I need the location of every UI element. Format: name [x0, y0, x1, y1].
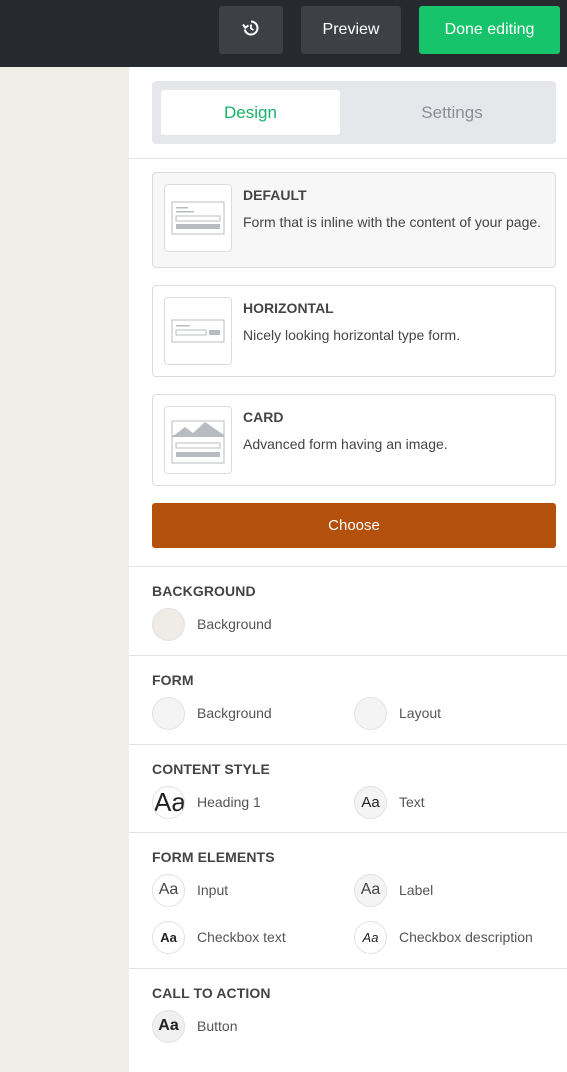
prop-label: Text — [399, 794, 425, 810]
divider — [129, 655, 567, 656]
history-button[interactable] — [219, 6, 283, 54]
layout-description: Nicely looking horizontal type form. — [243, 327, 461, 343]
heading-font-icon: Aa — [152, 785, 185, 819]
layout-option-card[interactable]: CARD Advanced form having an image. — [152, 394, 556, 486]
section-title-content-style: CONTENT STYLE — [152, 761, 270, 777]
divider — [129, 158, 567, 159]
layout-title: CARD — [243, 409, 284, 425]
label-font-icon: Aa — [354, 873, 387, 907]
preview-button[interactable]: Preview — [301, 6, 401, 54]
color-swatch — [152, 607, 185, 641]
section-title-form-elements: FORM ELEMENTS — [152, 849, 275, 865]
color-swatch — [152, 696, 185, 730]
section-title-background: BACKGROUND — [152, 583, 256, 599]
text-style-picker[interactable]: Aa Text — [354, 785, 425, 819]
layout-description: Advanced form having an image. — [243, 436, 448, 452]
choose-button[interactable]: Choose — [152, 503, 556, 548]
history-icon — [242, 19, 260, 42]
prop-label: Background — [197, 705, 272, 721]
layout-option-horizontal[interactable]: HORIZONTAL Nicely looking horizontal typ… — [152, 285, 556, 377]
layout-description: Form that is inline with the content of … — [243, 214, 542, 230]
prop-label: Heading 1 — [197, 794, 261, 810]
tab-settings[interactable]: Settings — [352, 90, 552, 135]
color-swatch — [354, 696, 387, 730]
tab-design[interactable]: Design — [161, 90, 340, 135]
prop-label: Button — [197, 1018, 238, 1034]
divider — [129, 832, 567, 833]
card-form-icon — [164, 406, 232, 474]
section-title-form: FORM — [152, 672, 194, 688]
divider — [129, 968, 567, 969]
input-font-icon: Aa — [152, 873, 185, 907]
form-layout-picker[interactable]: Layout — [354, 696, 441, 730]
prop-label: Label — [399, 882, 434, 898]
layout-title: DEFAULT — [243, 187, 307, 203]
horizontal-form-icon — [164, 297, 232, 365]
form-background-picker[interactable]: Background — [152, 696, 272, 730]
checkbox-text-font-icon: Aa — [152, 920, 185, 954]
button-style-picker[interactable]: Aa Button — [152, 1009, 237, 1043]
layout-title: HORIZONTAL — [243, 300, 334, 316]
prop-label: Checkbox text — [197, 929, 286, 945]
layout-option-default[interactable]: DEFAULT Form that is inline with the con… — [152, 172, 556, 268]
prop-label: Layout — [399, 705, 442, 721]
label-style-picker[interactable]: Aa Label — [354, 873, 433, 907]
divider — [129, 566, 567, 567]
checkbox-description-style-picker[interactable]: Aa Checkbox description — [354, 920, 533, 954]
prop-label: Input — [197, 882, 229, 898]
design-panel: Design Settings DEFAULT Form that is inl… — [129, 67, 567, 1072]
page-canvas — [0, 67, 129, 1072]
background-color-picker[interactable]: Background — [152, 607, 272, 641]
tab-bar: Design Settings — [152, 81, 556, 144]
prop-label: Background — [197, 616, 272, 632]
section-title-call-to-action: CALL TO ACTION — [152, 985, 271, 1001]
prop-label: Checkbox description — [399, 929, 533, 945]
done-editing-button[interactable]: Done editing — [419, 6, 560, 54]
heading-style-picker[interactable]: Aa Heading 1 — [152, 785, 261, 819]
top-toolbar: Preview Done editing — [0, 0, 567, 67]
input-style-picker[interactable]: Aa Input — [152, 873, 228, 907]
button-font-icon: Aa — [152, 1009, 185, 1043]
text-font-icon: Aa — [354, 785, 387, 819]
inline-form-icon — [164, 184, 232, 252]
checkbox-text-style-picker[interactable]: Aa Checkbox text — [152, 920, 286, 954]
checkbox-description-font-icon: Aa — [354, 920, 387, 954]
divider — [129, 744, 567, 745]
